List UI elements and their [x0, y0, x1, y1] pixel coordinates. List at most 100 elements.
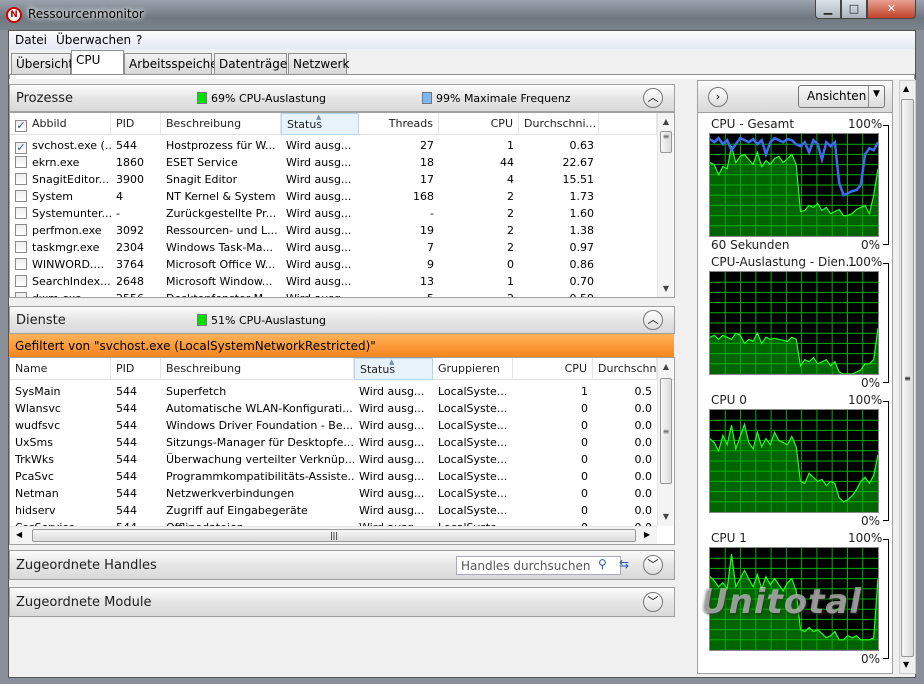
scroll-thumb[interactable]: ≡ — [901, 99, 914, 657]
table-row[interactable]: SysMain 544 Superfetch Wird ausg... LocalSys… — [10, 383, 674, 400]
menu-datei[interactable]: Datei — [15, 33, 47, 47]
row-checkbox[interactable] — [15, 173, 27, 185]
expand-chevron-down-icon[interactable]: ﹀ — [643, 555, 663, 575]
column-header[interactable]: Beschreibung — [161, 113, 281, 135]
cell-text: Wird ausg... — [286, 224, 352, 237]
minimize-button[interactable]: ▁ — [815, 0, 841, 19]
right-panel-scrollbar[interactable]: ▲ ≡ ▼ — [899, 80, 916, 674]
tab-netzwerk[interactable]: Netzwerk — [288, 53, 349, 74]
column-header[interactable]: Durchschni... — [519, 113, 599, 135]
h-scroll-thumb[interactable]: ||| — [32, 529, 636, 542]
tab-arbeitsspeicher[interactable]: Arbeitsspeicher — [124, 53, 223, 74]
column-header[interactable]: CPU — [513, 358, 593, 380]
column-header[interactable]: CPU — [439, 113, 519, 135]
tab-cpu[interactable]: CPU — [71, 50, 124, 75]
refresh-search-icon[interactable]: ⇆ — [619, 557, 629, 571]
column-label: Gruppieren — [438, 362, 500, 375]
table-row[interactable]: PcaSvc 544 Programmkompatibilitäts-Assiste… — [10, 468, 674, 485]
graph-min-label: 0% — [861, 376, 881, 390]
table-row[interactable]: Systemunter... - Zurückgestellte Pr... Wird… — [10, 205, 674, 222]
cell: taskmgr.exe — [10, 239, 111, 256]
cell-text: 3900 — [116, 173, 144, 186]
cpu-graph — [709, 271, 879, 375]
column-header[interactable]: Gruppieren — [433, 358, 513, 380]
tab-datentraeger[interactable]: Datenträger — [214, 53, 292, 74]
row-checkbox[interactable]: ✓ — [15, 142, 27, 154]
column-header[interactable]: Status ▲ — [354, 358, 433, 380]
scroll-thumb[interactable]: ≡ — [660, 378, 672, 484]
row-checkbox[interactable] — [15, 190, 27, 202]
expand-chevron-right-icon[interactable]: › — [708, 87, 728, 107]
cell: 4 — [439, 171, 519, 188]
table-row[interactable]: System 4 NT Kernel & System Wird ausg... 168… — [10, 188, 674, 205]
column-header[interactable]: Threads — [359, 113, 439, 135]
cell-text: Wird ausg... — [286, 156, 352, 169]
cell-text: Wird ausg... — [286, 292, 351, 297]
close-button[interactable]: ✕ — [867, 0, 916, 19]
cell: ESET Service — [161, 154, 281, 171]
row-checkbox[interactable] — [15, 156, 27, 168]
table-row[interactable]: wudfsvc 544 Windows Driver Foundation - Be… — [10, 417, 674, 434]
row-checkbox[interactable] — [15, 207, 27, 219]
cell: 544 — [116, 385, 137, 398]
vertical-scrollbar[interactable]: ▲ ≡ ▼ — [657, 113, 673, 297]
dropdown-arrow-icon[interactable]: ▼ — [868, 86, 880, 107]
cell: Wird ausg... — [281, 290, 359, 297]
row-checkbox[interactable] — [15, 258, 27, 270]
collapse-chevron-up-icon[interactable]: ︿ — [643, 88, 663, 108]
cell: Programmkompatibilitäts-Assiste... — [166, 470, 354, 483]
cell-text: System — [32, 190, 74, 203]
services-header[interactable]: Dienste 51% CPU-Auslastung ︿ — [9, 306, 675, 334]
select-all-checkbox[interactable]: ✓ — [15, 120, 27, 132]
handles-header[interactable]: Zugeordnete Handles Handles durchsuchen … — [9, 550, 675, 580]
column-header[interactable]: ✓ Abbild — [10, 113, 111, 135]
table-row[interactable]: ekrn.exe 1860 ESET Service Wird ausg... 18 44… — [10, 154, 674, 171]
tab-uebersicht[interactable]: Übersicht — [11, 53, 73, 74]
vertical-scrollbar[interactable]: ▲ ≡ ▼ — [657, 358, 673, 526]
column-header[interactable]: Beschreibung — [161, 358, 354, 380]
menu-help[interactable]: ? — [136, 33, 142, 47]
cell: 0.63 — [519, 137, 599, 154]
search-icon[interactable]: ⚲ — [598, 557, 607, 571]
cell-text: 7 — [427, 241, 434, 254]
column-header[interactable]: PID — [111, 358, 161, 380]
maximize-button[interactable]: □ — [841, 0, 867, 19]
column-header[interactable]: Status ▲ — [281, 113, 359, 135]
table-row[interactable]: perfmon.exe 3092 Ressourcen- und L... Wird … — [10, 222, 674, 239]
handles-search-input[interactable]: Handles durchsuchen ⚲ — [456, 556, 621, 575]
scroll-thumb[interactable]: ≡ — [660, 131, 672, 153]
graph-title: CPU 1 — [711, 531, 747, 545]
table-row[interactable]: dwm.exe 2556 Desktopfenster-M... Wird ausg.… — [10, 290, 674, 297]
expand-chevron-down-icon[interactable]: ﹀ — [643, 592, 663, 612]
collapse-chevron-up-icon[interactable]: ︿ — [643, 310, 663, 330]
table-row[interactable]: SearchIndex... 2648 Microsoft Window... Wir… — [10, 273, 674, 290]
column-filler[interactable] — [599, 113, 657, 135]
graph-bracket — [883, 125, 889, 245]
cell: 544 — [116, 453, 137, 466]
row-checkbox[interactable] — [15, 241, 27, 253]
table-row[interactable]: ✓ svchost.exe (... 544 Hostprozess für W...… — [10, 137, 674, 154]
table-row[interactable]: Wlansvc 544 Automatische WLAN-Konfigurati.… — [10, 400, 674, 417]
table-row[interactable]: SnagitEditor... 3900 Snagit Editor Wird aus… — [10, 171, 674, 188]
table-row[interactable]: taskmgr.exe 2304 Windows Task-Ma... Wird au… — [10, 239, 674, 256]
horizontal-scrollbar[interactable]: ◀ ||| ▶ — [10, 526, 657, 544]
row-checkbox[interactable] — [15, 275, 27, 287]
row-checkbox[interactable] — [15, 224, 27, 236]
cell: ekrn.exe — [10, 154, 111, 171]
processes-header[interactable]: Prozesse 69% CPU-Auslastung 99% Maximale… — [9, 84, 675, 112]
table-row[interactable]: TrkWks 544 Überwachung verteilter Verknüp.… — [10, 451, 674, 468]
cell: NT Kernel & System — [161, 188, 281, 205]
views-button[interactable]: Ansichten ▼ — [798, 85, 885, 108]
filter-bar[interactable]: Gefiltert von "svchost.exe (LocalSystemN… — [9, 334, 674, 357]
menu-ueberwachen[interactable]: Überwachen — [56, 33, 131, 47]
table-row[interactable]: UxSms 544 Sitzungs-Manager für Desktopfe..… — [10, 434, 674, 451]
row-checkbox[interactable] — [15, 292, 27, 297]
cell: Ressourcen- und L... — [161, 222, 281, 239]
table-row[interactable]: Netman 544 Netzwerkverbindungen Wird ausg..… — [10, 485, 674, 502]
table-row[interactable]: WINWORD.... 3764 Microsoft Office W... Wird… — [10, 256, 674, 273]
column-header[interactable]: Durchschn — [593, 358, 657, 380]
column-header[interactable]: PID — [111, 113, 161, 135]
modules-header[interactable]: Zugeordnete Module ﹀ — [9, 587, 675, 617]
table-row[interactable]: hidserv 544 Zugriff auf Eingabegeräte Wird … — [10, 502, 674, 519]
column-header[interactable]: Name — [10, 358, 111, 380]
